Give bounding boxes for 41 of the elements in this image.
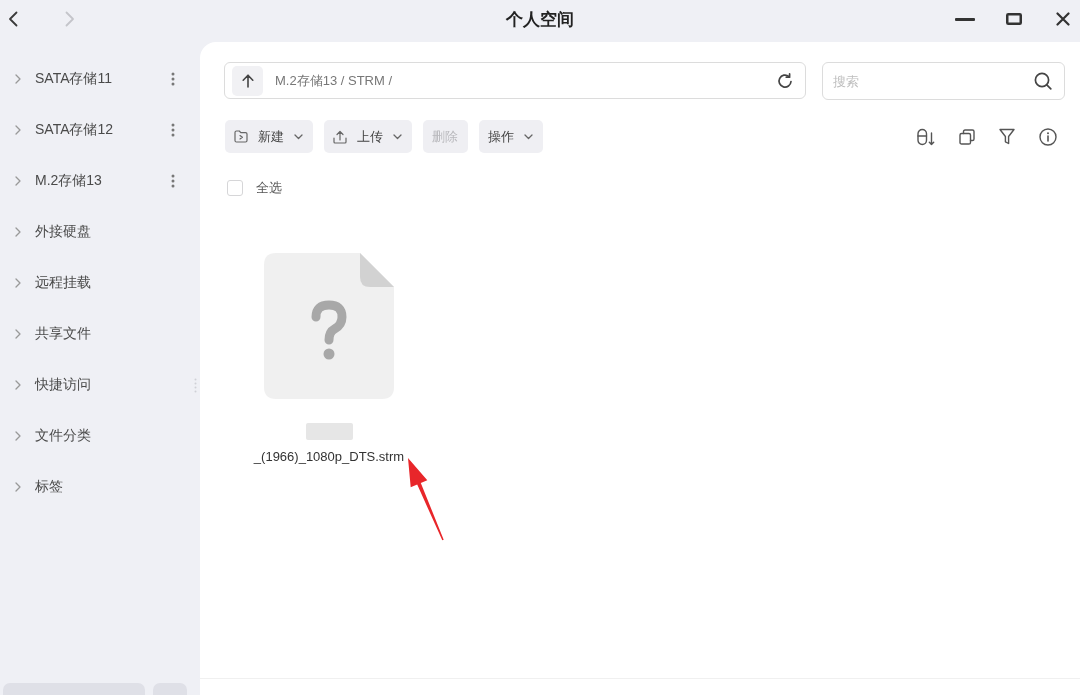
search-icon[interactable] — [1034, 72, 1052, 90]
path-text: M.2存储13 / STRM / — [275, 71, 393, 90]
chevron-left-icon — [8, 11, 18, 27]
kebab-menu-icon[interactable] — [171, 71, 175, 86]
maximize-icon — [1006, 13, 1022, 25]
chevron-right-icon — [65, 11, 75, 27]
upload-icon — [333, 129, 347, 144]
sidebar-item[interactable]: M.2存储13 — [0, 155, 200, 206]
sidebar-item[interactable]: SATA存储11 — [0, 53, 200, 104]
select-all-checkbox[interactable] — [227, 180, 243, 196]
window-title: 个人空间 — [506, 8, 574, 31]
new-button[interactable]: 新建 — [225, 120, 313, 153]
sidebar-item[interactable]: 快捷访问 — [0, 359, 200, 410]
minimize-icon — [955, 17, 975, 21]
upload-button[interactable]: 上传 — [324, 120, 412, 153]
folder-icon — [234, 130, 248, 143]
sidebar-item[interactable]: 共享文件 — [0, 308, 200, 359]
sidebar-item[interactable]: 远程挂载 — [0, 257, 200, 308]
file-name[interactable]: _(1966)_1080p_DTS.strm — [251, 448, 407, 465]
sidebar-item[interactable]: 标签 — [0, 461, 200, 512]
kebab-menu-icon[interactable] — [171, 173, 175, 188]
minimize-button[interactable] — [955, 17, 975, 21]
actions-button[interactable]: 操作 — [479, 120, 543, 153]
kebab-menu-icon[interactable] — [171, 122, 175, 137]
select-all-label[interactable]: 全选 — [256, 179, 282, 197]
sidebar-item[interactable]: SATA存储12 — [0, 104, 200, 155]
close-icon — [1056, 12, 1070, 26]
up-button[interactable] — [232, 65, 263, 96]
info-icon[interactable] — [1039, 127, 1057, 146]
sidebar-item[interactable]: 外接硬盘 — [0, 206, 200, 257]
close-button[interactable] — [1056, 12, 1070, 26]
arrow-up-icon — [241, 73, 254, 88]
sort-icon[interactable] — [917, 127, 935, 146]
maximize-button[interactable] — [1006, 13, 1022, 25]
search-field[interactable]: 搜索 — [822, 62, 1065, 100]
path-field[interactable]: M.2存储13 / STRM / — [224, 62, 806, 99]
back-button[interactable] — [8, 11, 18, 27]
sidebar-item[interactable]: 文件分类 — [0, 410, 200, 461]
filter-icon[interactable] — [999, 128, 1015, 145]
refresh-icon[interactable] — [777, 72, 793, 89]
copy-icon[interactable] — [959, 128, 975, 145]
